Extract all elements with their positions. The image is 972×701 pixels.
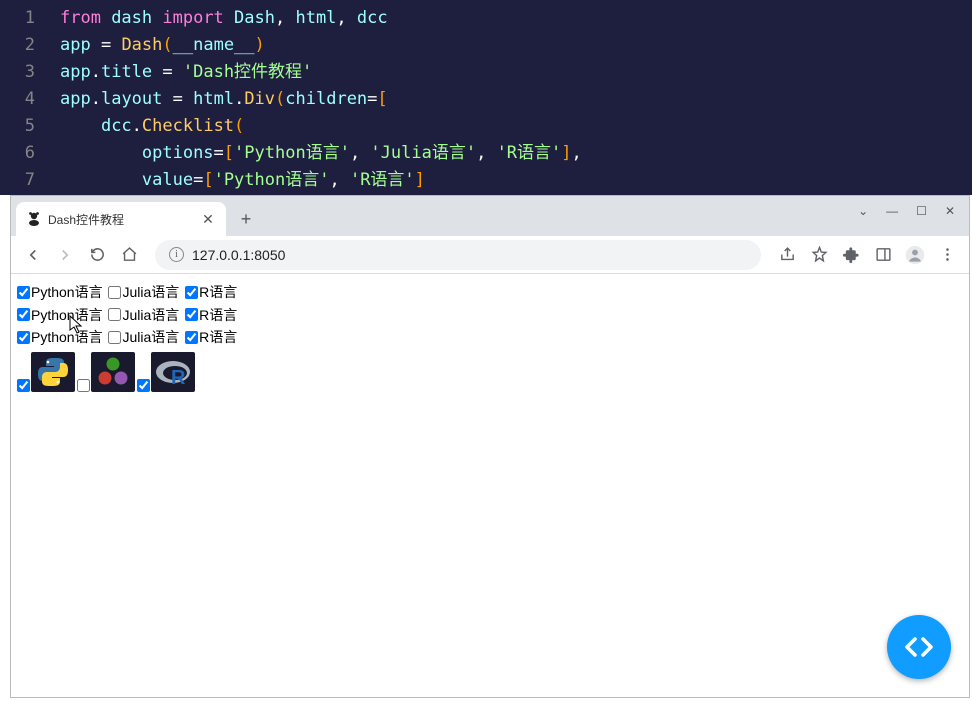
code-line-text[interactable]: dcc.Checklist(: [60, 113, 244, 140]
python-logo-icon: [31, 352, 75, 392]
checkbox-label: Python语言: [31, 282, 103, 302]
window-maximize-icon[interactable]: ☐: [916, 204, 927, 218]
window-caret-icon[interactable]: ⌄: [858, 204, 868, 218]
window-minimize-icon[interactable]: —: [886, 204, 898, 218]
checkbox-label: R语言: [199, 305, 237, 325]
window-close-icon[interactable]: ✕: [945, 204, 955, 218]
checklist-row: Python语言 Julia语言 R语言: [17, 305, 963, 327]
checklist-item[interactable]: Python语言: [17, 282, 103, 302]
checkbox[interactable]: [185, 331, 198, 344]
window-controls: ⌄ — ☐ ✕: [844, 198, 969, 224]
page-content: Python语言 Julia语言 R语言 Python语言 Julia语言 R语…: [11, 274, 969, 697]
tab-close-icon[interactable]: ✕: [200, 211, 216, 227]
browser-window: Dash控件教程 ✕ + ⌄ — ☐ ✕ i 127.0.0.1:8050 P: [10, 195, 970, 698]
profile-button[interactable]: [901, 241, 929, 269]
line-number: 1: [0, 5, 60, 32]
checkbox[interactable]: [108, 308, 121, 321]
checklist-image-item[interactable]: R: [137, 352, 195, 392]
checkbox-label: R语言: [199, 282, 237, 302]
checkbox[interactable]: [17, 379, 30, 392]
line-number: 4: [0, 86, 60, 113]
checklist-item[interactable]: Julia语言: [108, 305, 179, 325]
site-info-icon[interactable]: i: [169, 247, 184, 262]
checklist-image-row: R: [17, 352, 963, 392]
checklist-item[interactable]: Python语言: [17, 327, 103, 347]
code-editor: 1from dash import Dash, html, dcc2app = …: [0, 0, 972, 195]
line-number: 3: [0, 59, 60, 86]
checklist-item[interactable]: Julia语言: [108, 327, 179, 347]
checkbox-label: Julia语言: [122, 327, 179, 347]
checklist-item[interactable]: R语言: [185, 305, 237, 325]
checklist-image-item[interactable]: [17, 352, 75, 392]
checklist-item[interactable]: R语言: [185, 282, 237, 302]
checklist-item[interactable]: Julia语言: [108, 282, 179, 302]
tab-title: Dash控件教程: [48, 211, 194, 228]
favicon-icon: [26, 211, 42, 227]
r-logo-icon: R: [151, 352, 195, 392]
line-number: 6: [0, 140, 60, 167]
nav-back-button[interactable]: [19, 241, 47, 269]
code-line-text[interactable]: app.title = 'Dash控件教程': [60, 59, 312, 86]
code-line-text[interactable]: app.layout = html.Div(children=[: [60, 86, 388, 113]
checklist-item[interactable]: Python语言: [17, 305, 103, 325]
line-number: 2: [0, 32, 60, 59]
julia-logo-icon: [91, 352, 135, 392]
code-line-text[interactable]: from dash import Dash, html, dcc: [60, 5, 388, 32]
address-bar[interactable]: i 127.0.0.1:8050: [155, 240, 761, 270]
nav-forward-button[interactable]: [51, 241, 79, 269]
browser-toolbar: i 127.0.0.1:8050: [11, 236, 969, 274]
checklist-row: Python语言 Julia语言 R语言: [17, 327, 963, 349]
bookmark-button[interactable]: [805, 241, 833, 269]
checklist-row: Python语言 Julia语言 R语言: [17, 282, 963, 304]
code-line-text[interactable]: app = Dash(__name__): [60, 32, 265, 59]
url-text: 127.0.0.1:8050: [192, 247, 285, 263]
checkbox[interactable]: [108, 331, 121, 344]
new-tab-button[interactable]: +: [232, 205, 260, 233]
nav-reload-button[interactable]: [83, 241, 111, 269]
checkbox[interactable]: [185, 308, 198, 321]
line-number: 7: [0, 167, 60, 194]
checklist-image-item[interactable]: [77, 352, 135, 392]
code-line-text[interactable]: value=['Python语言', 'R语言']: [60, 167, 425, 194]
tab-strip: Dash控件教程 ✕ + ⌄ — ☐ ✕: [11, 196, 969, 236]
code-line-text[interactable]: options=['Python语言', 'Julia语言', 'R语言'],: [60, 140, 582, 167]
menu-button[interactable]: [933, 241, 961, 269]
checkbox[interactable]: [137, 379, 150, 392]
svg-text:R: R: [171, 367, 186, 389]
share-button[interactable]: [773, 241, 801, 269]
dash-devtools-button[interactable]: [887, 615, 951, 679]
checkbox-label: Julia语言: [122, 282, 179, 302]
sidepanel-button[interactable]: [869, 241, 897, 269]
checkbox-label: Julia语言: [122, 305, 179, 325]
checkbox-label: Python语言: [31, 305, 103, 325]
checkbox[interactable]: [17, 308, 30, 321]
checkbox-label: R语言: [199, 327, 237, 347]
checkbox[interactable]: [17, 331, 30, 344]
checkbox[interactable]: [17, 286, 30, 299]
checkbox-label: Python语言: [31, 327, 103, 347]
extensions-button[interactable]: [837, 241, 865, 269]
checklist-item[interactable]: R语言: [185, 327, 237, 347]
nav-home-button[interactable]: [115, 241, 143, 269]
checkbox[interactable]: [108, 286, 121, 299]
checkbox[interactable]: [77, 379, 90, 392]
line-number: 5: [0, 113, 60, 140]
checkbox[interactable]: [185, 286, 198, 299]
browser-tab[interactable]: Dash控件教程 ✕: [16, 202, 226, 236]
